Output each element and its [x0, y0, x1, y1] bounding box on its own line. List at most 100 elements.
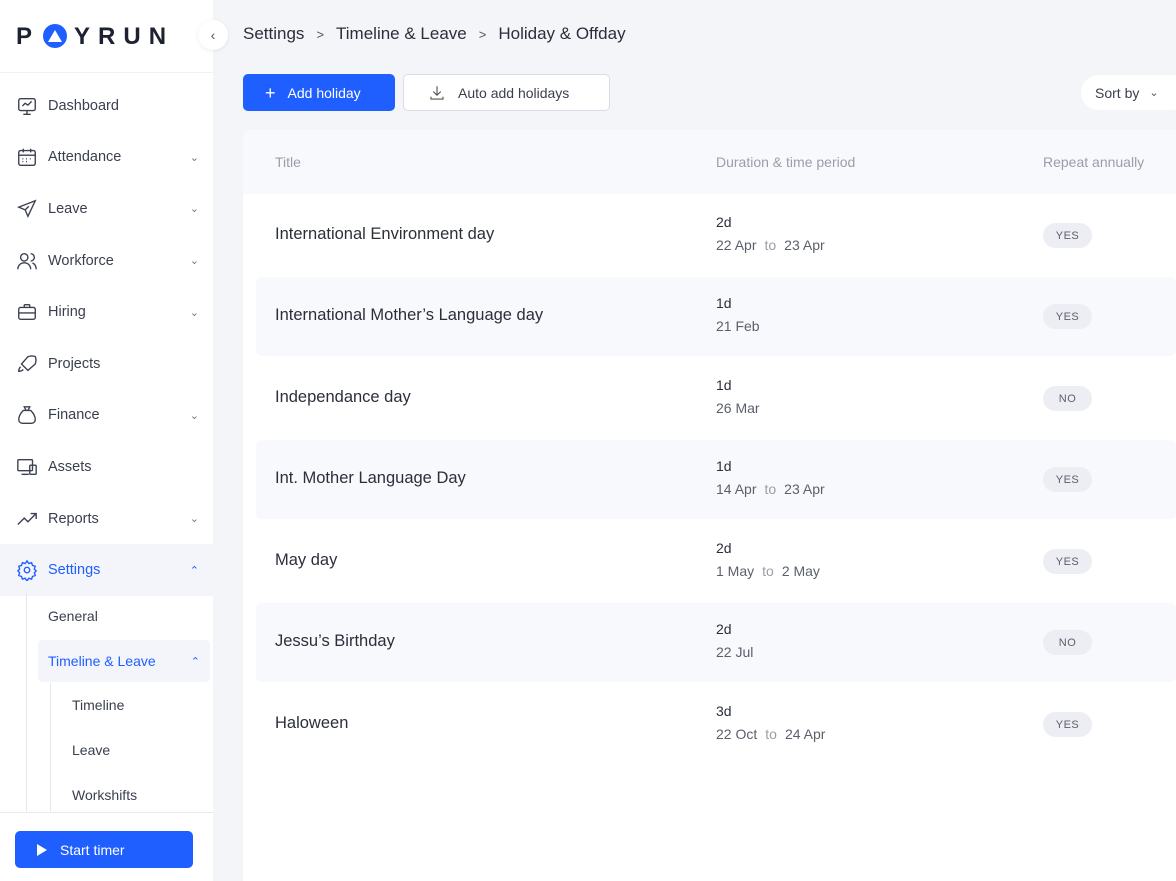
- auto-add-holidays-label: Auto add holidays: [458, 84, 570, 101]
- submenu-timeline-leave[interactable]: Timeline & Leave ⌃: [38, 640, 210, 682]
- chevron-down-icon: ⌄: [189, 409, 199, 422]
- payrun-logo[interactable]: P YRUN: [16, 22, 174, 52]
- table-row[interactable]: Jessu’s Birthday 2d 22 Jul NO: [256, 603, 1176, 682]
- holiday-period: 22 Oct to 24 Apr: [716, 726, 825, 742]
- submenu-leave[interactable]: Leave: [72, 740, 110, 760]
- sidebar-item-label: Leave: [48, 200, 88, 217]
- period-to-label: to: [765, 726, 777, 742]
- repeat-badge: YES: [1043, 467, 1092, 492]
- sidebar-item-dashboard[interactable]: Dashboard: [0, 80, 213, 132]
- table-row[interactable]: Int. Mother Language Day 1d 14 Apr to 23 A…: [256, 440, 1176, 519]
- holiday-title: Int. Mother Language Day: [275, 469, 466, 487]
- sidebar-item-reports[interactable]: Reports ⌄: [0, 493, 213, 545]
- chevron-down-icon: ⌄: [189, 203, 199, 216]
- sort-by-label: Sort by: [1095, 84, 1140, 101]
- column-repeat-annually: Repeat annually: [1043, 154, 1145, 170]
- breadcrumb: Settings > Timeline & Leave > Holiday & …: [243, 24, 626, 44]
- toolbar: + Add holiday Auto add holidays: [243, 74, 610, 111]
- holiday-duration: 1d: [716, 458, 732, 474]
- add-holiday-button[interactable]: + Add holiday: [243, 74, 395, 111]
- chevron-left-icon: ‹: [210, 27, 216, 43]
- breadcrumb-timeline-leave[interactable]: Timeline & Leave: [336, 24, 467, 44]
- sidebar-item-label: Attendance: [48, 149, 122, 166]
- chevron-up-icon: ⌃: [190, 655, 200, 668]
- holiday-period: 21 Feb: [716, 318, 760, 334]
- trend-icon: [15, 507, 39, 531]
- repeat-badge: YES: [1043, 304, 1092, 329]
- holiday-period: 26 Mar: [716, 400, 760, 416]
- holiday-title: International Mother’s Language day: [275, 306, 544, 324]
- period-to-label: to: [762, 563, 774, 579]
- period-to-label: to: [764, 481, 777, 497]
- sidebar: P YRUN Dashboard Attendance ⌄ Leave ⌄ Wo…: [0, 0, 213, 881]
- holiday-title: May day: [275, 551, 338, 569]
- divider: [0, 72, 213, 73]
- logo-mark-icon: [42, 24, 68, 50]
- sidebar-item-hiring[interactable]: Hiring ⌄: [0, 286, 213, 338]
- period-from: 22 Apr: [716, 237, 757, 253]
- holiday-duration: 1d: [716, 295, 732, 311]
- period-from: 21 Feb: [716, 318, 760, 334]
- sidebar-item-workforce[interactable]: Workforce ⌄: [0, 235, 213, 287]
- table-row[interactable]: May day 2d 1 May to 2 May YES: [256, 522, 1176, 601]
- sidebar-item-label: Hiring: [48, 304, 86, 321]
- period-from: 26 Mar: [716, 400, 760, 416]
- sidebar-item-finance[interactable]: Finance ⌄: [0, 390, 213, 442]
- gear-icon: [15, 558, 39, 582]
- table-row[interactable]: Independance day 1d 26 Mar NO: [256, 359, 1176, 438]
- rocket-icon: [15, 352, 39, 376]
- period-to: 23 Apr: [784, 481, 825, 497]
- collapse-sidebar-button[interactable]: ‹: [198, 20, 228, 50]
- chevron-down-icon: ⌄: [189, 306, 199, 319]
- sidebar-item-label: Settings: [48, 562, 101, 579]
- sort-by-dropdown[interactable]: Sort by ⌄: [1081, 75, 1176, 110]
- submenu-general[interactable]: General: [48, 606, 98, 626]
- sidebar-item-label: Projects: [48, 355, 101, 372]
- period-from: 22 Oct: [716, 726, 758, 742]
- holiday-duration: 3d: [716, 703, 732, 719]
- period-from: 14 Apr: [716, 481, 757, 497]
- auto-add-holidays-button[interactable]: Auto add holidays: [403, 74, 610, 111]
- sidebar-item-settings[interactable]: Settings ⌃: [0, 544, 213, 596]
- period-to: 2 May: [781, 563, 820, 579]
- period-to: 23 Apr: [784, 237, 825, 253]
- sidebar-item-assets[interactable]: Assets: [0, 441, 213, 493]
- submenu-guide-line: [26, 593, 27, 811]
- table-row[interactable]: International Mother’s Language day 1d 2…: [256, 277, 1176, 356]
- start-timer-button[interactable]: Start timer: [15, 831, 193, 868]
- download-icon: [430, 85, 444, 100]
- sidebar-nav: Dashboard Attendance ⌄ Leave ⌄ Workforce…: [0, 80, 213, 596]
- devices-icon: [15, 455, 39, 479]
- submenu-timeline[interactable]: Timeline: [72, 695, 124, 715]
- add-holiday-label: Add holiday: [287, 84, 361, 101]
- table-row[interactable]: Haloween 3d 22 Oct to 24 Apr YES: [256, 685, 1176, 764]
- sidebar-item-projects[interactable]: Projects: [0, 338, 213, 390]
- repeat-badge: NO: [1043, 630, 1092, 655]
- briefcase-icon: [15, 300, 39, 324]
- holiday-period: 22 Jul: [716, 644, 753, 660]
- period-to: 24 Apr: [784, 726, 826, 742]
- divider: [0, 812, 213, 813]
- calendar-icon: [15, 145, 39, 169]
- chevron-down-icon: ⌄: [189, 513, 199, 526]
- holiday-title: International Environment day: [275, 225, 495, 243]
- breadcrumb-settings[interactable]: Settings: [243, 24, 304, 44]
- money-bag-icon: [15, 403, 39, 427]
- period-to-label: to: [764, 237, 777, 253]
- table-row[interactable]: International Environment day 2d 22 Apr t…: [256, 196, 1176, 275]
- sidebar-item-leave[interactable]: Leave ⌄: [0, 183, 213, 235]
- column-title: Title: [275, 154, 301, 170]
- repeat-badge: YES: [1043, 712, 1092, 737]
- chevron-right-icon: >: [478, 26, 487, 42]
- period-from: 1 May: [716, 563, 755, 579]
- sidebar-item-attendance[interactable]: Attendance ⌄: [0, 132, 213, 184]
- submenu-workshifts[interactable]: Workshifts: [72, 785, 137, 805]
- sidebar-item-label: Workforce: [48, 252, 114, 269]
- holiday-period: 1 May to 2 May: [716, 563, 820, 579]
- holiday-period: 22 Apr to 23 Apr: [716, 237, 825, 253]
- holiday-title: Haloween: [275, 714, 349, 732]
- holiday-period: 14 Apr to 23 Apr: [716, 481, 825, 497]
- chevron-down-icon: ⌄: [189, 255, 199, 268]
- holiday-table: Title Duration & time period Repeat annu…: [243, 130, 1176, 881]
- holiday-title: Jessu’s Birthday: [275, 632, 395, 650]
